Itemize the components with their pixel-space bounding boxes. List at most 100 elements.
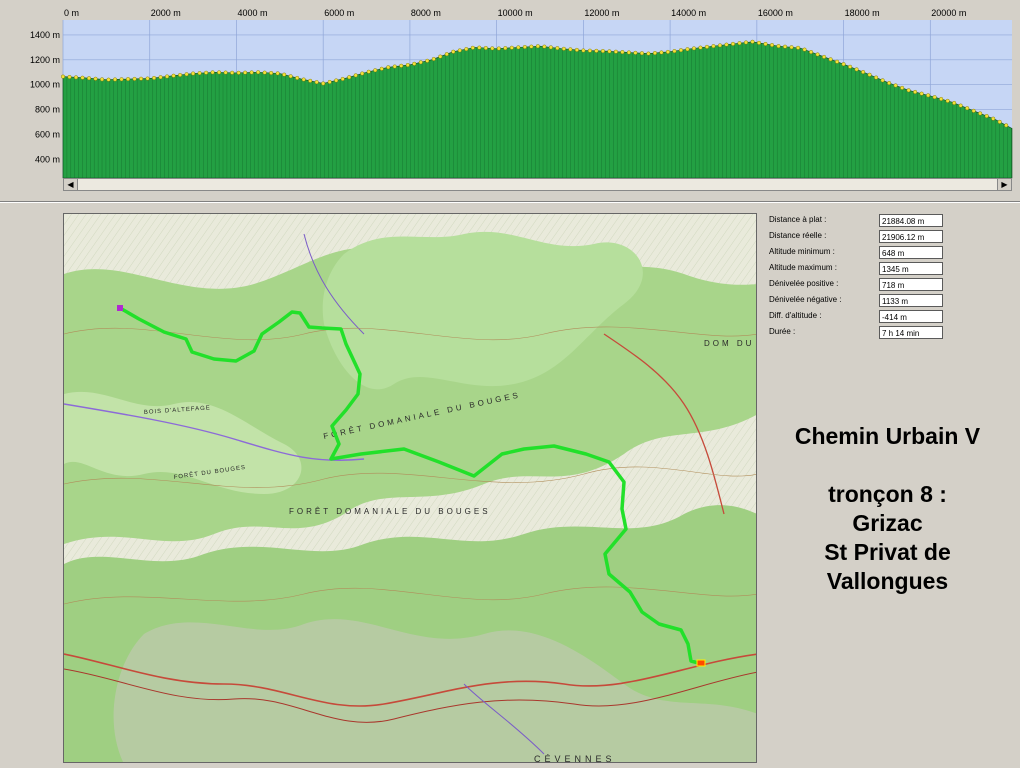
elevation-point[interactable] bbox=[984, 114, 989, 119]
elevation-point[interactable] bbox=[978, 111, 983, 116]
elevation-point[interactable] bbox=[783, 44, 788, 49]
elevation-point[interactable] bbox=[822, 54, 827, 59]
elevation-point[interactable] bbox=[672, 49, 677, 54]
elevation-point[interactable] bbox=[288, 74, 293, 79]
elevation-point[interactable] bbox=[548, 45, 553, 50]
elevation-point[interactable] bbox=[308, 78, 313, 83]
elevation-point[interactable] bbox=[217, 70, 222, 75]
elevation-point[interactable] bbox=[594, 48, 599, 53]
elevation-point[interactable] bbox=[360, 71, 365, 76]
elevation-point[interactable] bbox=[574, 47, 579, 52]
elevation-point[interactable] bbox=[438, 54, 443, 59]
elevation-point[interactable] bbox=[178, 72, 183, 77]
elevation-point[interactable] bbox=[282, 72, 287, 77]
elevation-point[interactable] bbox=[197, 71, 202, 76]
elevation-point[interactable] bbox=[314, 80, 319, 85]
elevation-point[interactable] bbox=[835, 59, 840, 64]
elevation-point[interactable] bbox=[522, 44, 527, 49]
elevation-point[interactable] bbox=[340, 76, 345, 81]
elevation-point[interactable] bbox=[347, 75, 352, 80]
elevation-point[interactable] bbox=[1004, 123, 1009, 128]
elevation-point[interactable] bbox=[295, 75, 300, 80]
elevation-point[interactable] bbox=[535, 44, 540, 49]
elevation-point[interactable] bbox=[165, 74, 170, 79]
elevation-point[interactable] bbox=[874, 75, 879, 80]
elevation-point[interactable] bbox=[861, 70, 866, 75]
elevation-point[interactable] bbox=[74, 75, 79, 80]
elevation-point[interactable] bbox=[913, 89, 918, 94]
elevation-point[interactable] bbox=[887, 81, 892, 86]
elevation-point[interactable] bbox=[620, 50, 625, 55]
elevation-point[interactable] bbox=[230, 70, 235, 75]
elevation-point[interactable] bbox=[87, 76, 92, 81]
elevation-point[interactable] bbox=[477, 45, 482, 50]
elevation-point[interactable] bbox=[132, 76, 137, 81]
elevation-point[interactable] bbox=[665, 49, 670, 54]
elevation-point[interactable] bbox=[796, 45, 801, 50]
elevation-point[interactable] bbox=[425, 58, 430, 63]
elevation-point[interactable] bbox=[210, 70, 215, 75]
elevation-point[interactable] bbox=[568, 47, 573, 52]
elevation-point[interactable] bbox=[61, 74, 66, 79]
elevation-point[interactable] bbox=[184, 72, 189, 77]
elevation-point[interactable] bbox=[516, 45, 521, 50]
elevation-point[interactable] bbox=[991, 116, 996, 121]
elevation-point[interactable] bbox=[724, 42, 729, 47]
elevation-point[interactable] bbox=[412, 61, 417, 66]
elevation-point[interactable] bbox=[301, 77, 306, 82]
elevation-point[interactable] bbox=[841, 62, 846, 67]
elevation-point[interactable] bbox=[711, 44, 716, 49]
elevation-point[interactable] bbox=[542, 44, 547, 49]
elevation-point[interactable] bbox=[464, 47, 469, 52]
scroll-right-arrow-icon[interactable]: ▶ bbox=[997, 179, 1011, 190]
elevation-point[interactable] bbox=[939, 96, 944, 101]
elevation-point[interactable] bbox=[893, 83, 898, 88]
elevation-point[interactable] bbox=[555, 46, 560, 51]
elevation-point[interactable] bbox=[691, 46, 696, 51]
profile-scrollbar[interactable]: ◀ ▶ bbox=[63, 178, 1012, 191]
elevation-point[interactable] bbox=[236, 70, 241, 75]
elevation-point[interactable] bbox=[587, 48, 592, 53]
topographic-map[interactable]: FORÊT DOMANIALE DU BOUGES FORÊT DOMANIAL… bbox=[63, 213, 757, 763]
elevation-point[interactable] bbox=[848, 64, 853, 69]
elevation-point[interactable] bbox=[926, 93, 931, 98]
elevation-point[interactable] bbox=[717, 43, 722, 48]
elevation-point[interactable] bbox=[906, 88, 911, 93]
elevation-point[interactable] bbox=[633, 50, 638, 55]
end-marker[interactable] bbox=[696, 659, 706, 667]
elevation-point[interactable] bbox=[685, 47, 690, 52]
elevation-point[interactable] bbox=[503, 46, 508, 51]
elevation-point[interactable] bbox=[67, 74, 72, 79]
elevation-point[interactable] bbox=[776, 44, 781, 49]
elevation-point[interactable] bbox=[581, 48, 586, 53]
elevation-point[interactable] bbox=[770, 43, 775, 48]
elevation-point[interactable] bbox=[119, 77, 124, 82]
elevation-point[interactable] bbox=[639, 51, 644, 56]
elevation-point[interactable] bbox=[809, 50, 814, 55]
elevation-point[interactable] bbox=[880, 78, 885, 83]
elevation-point[interactable] bbox=[191, 71, 196, 76]
elevation-point[interactable] bbox=[704, 44, 709, 49]
elevation-point[interactable] bbox=[802, 47, 807, 52]
start-marker[interactable] bbox=[117, 305, 123, 311]
scroll-left-arrow-icon[interactable]: ◀ bbox=[64, 179, 78, 190]
elevation-point[interactable] bbox=[958, 103, 963, 108]
elevation-point[interactable] bbox=[386, 65, 391, 70]
elevation-point[interactable] bbox=[457, 48, 462, 53]
elevation-point[interactable] bbox=[789, 45, 794, 50]
elevation-point[interactable] bbox=[171, 73, 176, 78]
elevation-point[interactable] bbox=[373, 68, 378, 73]
elevation-point[interactable] bbox=[945, 98, 950, 103]
elevation-point[interactable] bbox=[152, 75, 157, 80]
elevation-point[interactable] bbox=[659, 50, 664, 55]
elevation-point[interactable] bbox=[249, 70, 254, 75]
elevation-point[interactable] bbox=[379, 66, 384, 71]
elevation-point[interactable] bbox=[470, 45, 475, 50]
elevation-point[interactable] bbox=[158, 75, 163, 80]
elevation-point[interactable] bbox=[100, 77, 105, 82]
elevation-point[interactable] bbox=[353, 73, 358, 78]
elevation-point[interactable] bbox=[451, 49, 456, 54]
elevation-point[interactable] bbox=[93, 76, 98, 81]
elevation-point[interactable] bbox=[854, 67, 859, 72]
elevation-point[interactable] bbox=[321, 81, 326, 86]
